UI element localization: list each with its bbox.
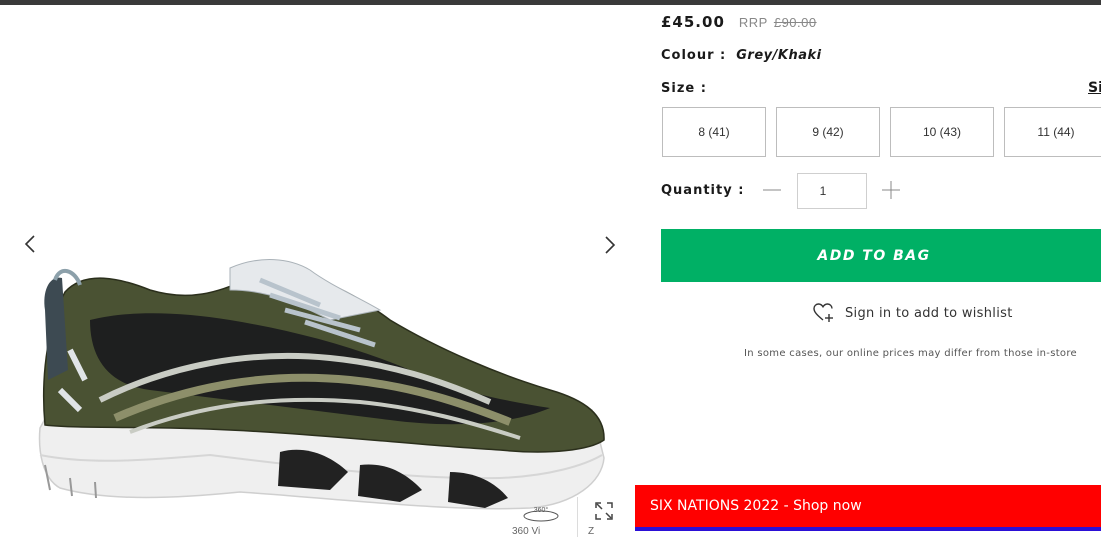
size-option[interactable]: 11 (44) <box>1004 107 1101 157</box>
wishlist-link[interactable]: Sign in to add to wishlist <box>813 303 1013 323</box>
expand-icon[interactable] <box>594 501 614 521</box>
quantity-increase-button[interactable] <box>881 180 901 200</box>
quantity-decrease-button[interactable] <box>763 180 781 200</box>
size-option[interactable]: 9 (42) <box>776 107 880 157</box>
plus-icon <box>882 181 900 199</box>
rrp-label: RRP <box>738 15 768 30</box>
product-details: £45.00 RRP £90.00 Colour : Grey/Khaki Si… <box>661 5 1101 485</box>
rrp-value: £90.00 <box>773 15 817 30</box>
heart-plus-icon <box>813 303 833 322</box>
price-disclaimer: In some cases, our online prices may dif… <box>744 348 1077 359</box>
price: £45.00 <box>661 13 725 31</box>
size-label: Size : <box>661 81 707 96</box>
minus-icon <box>763 189 781 191</box>
wishlist-label: Sign in to add to wishlist <box>845 305 1013 321</box>
add-to-bag-button[interactable]: ADD TO BAG <box>661 229 1101 282</box>
product-gallery: 360° 360 Vi Z <box>0 5 635 555</box>
zoom-caption: Z <box>588 526 595 537</box>
quantity-label: Quantity : <box>661 183 745 198</box>
product-image <box>38 259 605 510</box>
svg-text:360°: 360° <box>534 506 549 514</box>
gallery-controls-divider <box>577 497 578 537</box>
size-guide-link[interactable]: Si <box>1088 80 1101 96</box>
price-row: £45.00 RRP £90.00 <box>661 13 817 31</box>
promo-text: SIX NATIONS 2022 - Shop now <box>650 498 862 514</box>
quantity-input[interactable] <box>797 173 867 209</box>
size-option[interactable]: 8 (41) <box>662 107 766 157</box>
size-option[interactable]: 10 (43) <box>890 107 994 157</box>
colour-label: Colour : <box>661 48 727 63</box>
colour-value: Grey/Khaki <box>736 48 822 63</box>
promo-banner[interactable]: SIX NATIONS 2022 - Shop now <box>635 485 1101 531</box>
colour-row: Colour : Grey/Khaki <box>661 48 822 63</box>
size-options: 8 (41) 9 (42) 10 (43) 11 (44) <box>661 107 1101 157</box>
view-360-caption: 360 Vi <box>512 526 541 537</box>
